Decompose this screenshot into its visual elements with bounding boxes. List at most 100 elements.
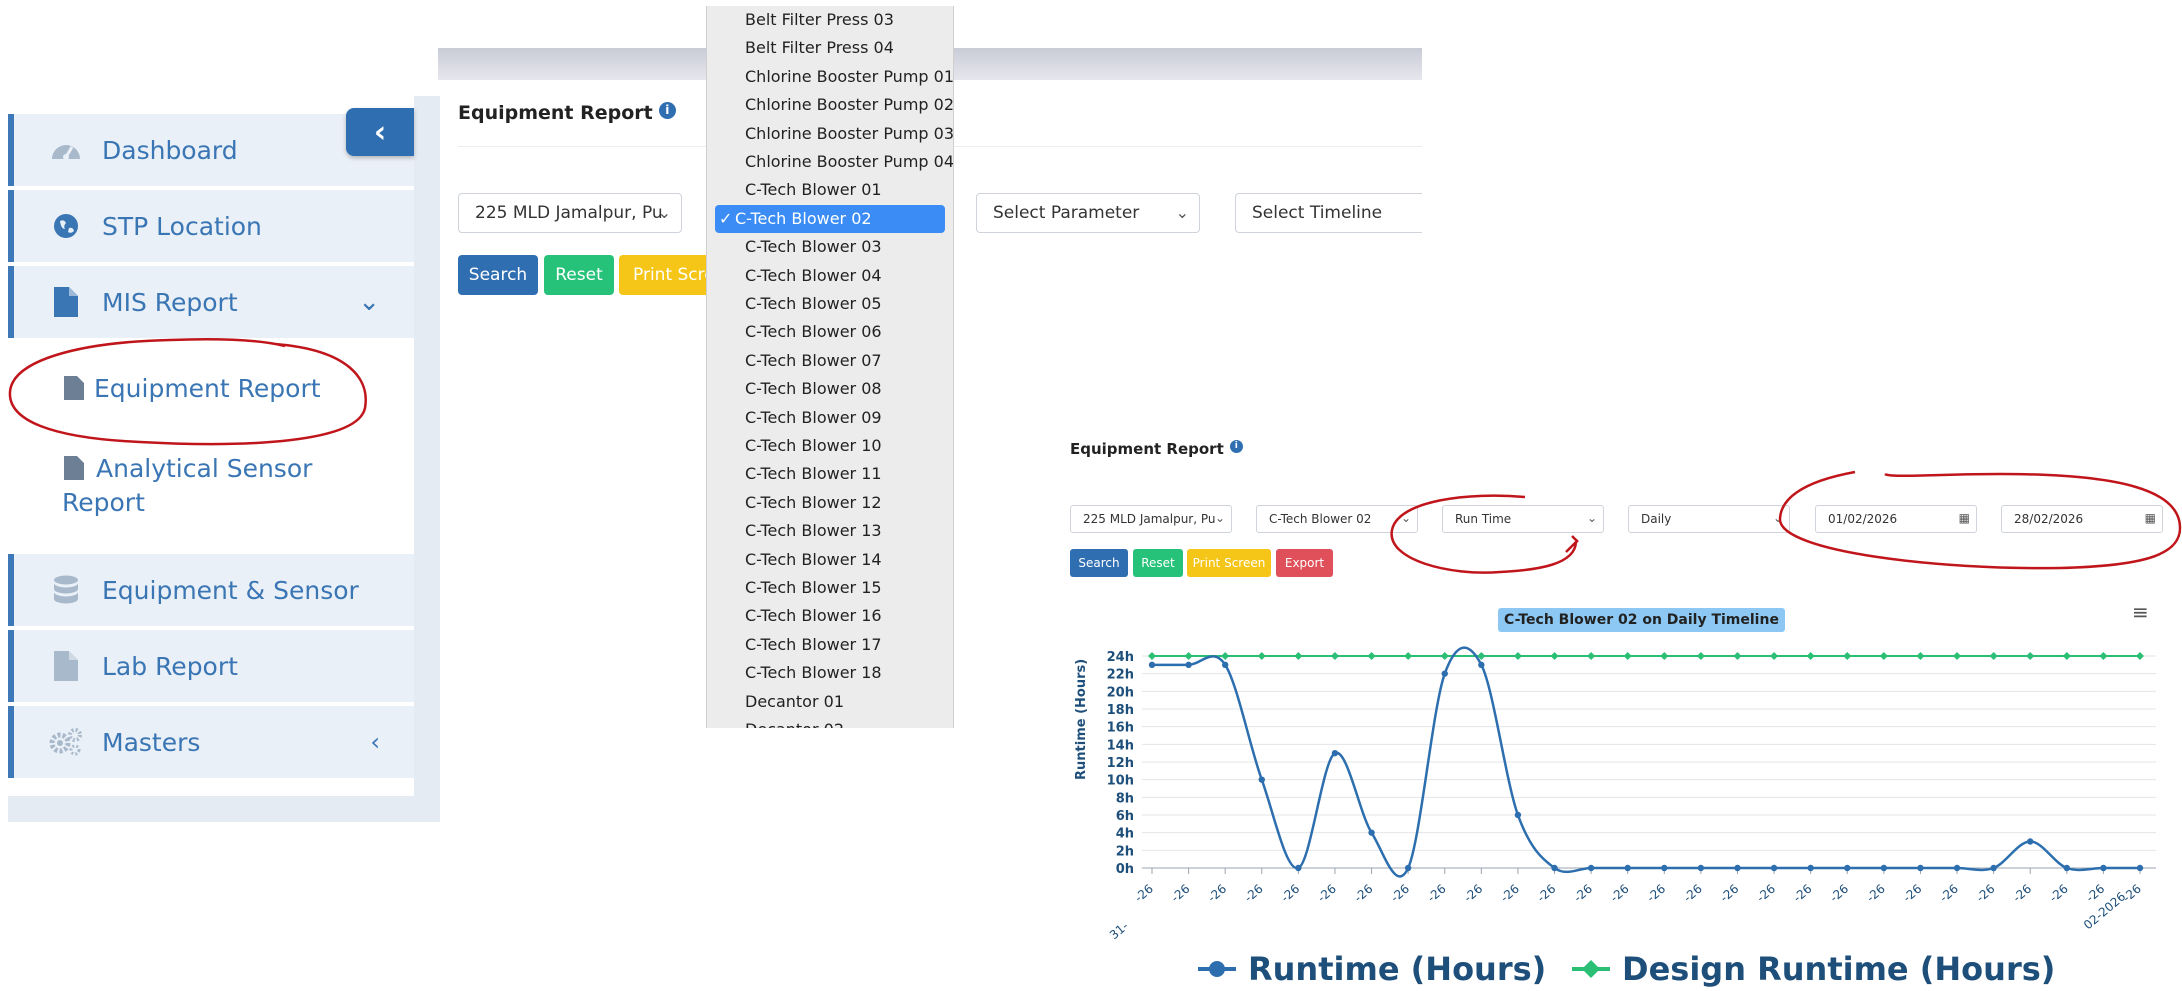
runtime-point <box>1661 864 1668 872</box>
runtime-point <box>2063 864 2071 872</box>
runtime-point <box>1221 661 1229 669</box>
reset-button[interactable]: Reset <box>544 255 614 295</box>
runtime-point <box>1770 864 1778 872</box>
dropdown-option-label: Chlorine Booster Pump 04 <box>745 152 954 171</box>
annotation-circle <box>8 338 367 446</box>
dropdown-option[interactable]: C-Tech Blower 08 <box>715 375 945 403</box>
design-runtime-point <box>1806 652 1815 660</box>
runtime-point <box>1953 864 1961 872</box>
sidebar-item-mis-report[interactable]: MIS Report ⌄ <box>8 266 414 338</box>
export-button[interactable]: Export <box>1276 549 1333 577</box>
design-runtime-point <box>1587 652 1596 660</box>
x-tick-label: -26 <box>1351 882 1375 905</box>
database-icon <box>48 574 84 606</box>
runtime-point <box>1880 864 1888 872</box>
x-tick-label: -26 <box>1534 882 1558 905</box>
print-screen-button[interactable]: Print Scre <box>619 255 719 295</box>
sidebar-subitem-analytical-sensor-report[interactable]: Analytical Sensor Report <box>62 452 342 520</box>
panel-mask <box>1422 0 2182 380</box>
sidebar-item-masters[interactable]: Masters ‹ <box>8 706 414 778</box>
legend-design-runtime[interactable]: Design Runtime (Hours) <box>1570 950 2055 988</box>
file-icon <box>48 286 84 318</box>
dropdown-option[interactable]: C-Tech Blower 13 <box>715 517 945 545</box>
dropdown-option-label: Chlorine Booster Pump 02 <box>745 95 954 115</box>
chevron-down-icon[interactable]: ⌄ <box>358 287 380 317</box>
dropdown-option[interactable]: Decantor 01 <box>715 688 945 716</box>
x-tick-label: -26 <box>1132 882 1156 905</box>
dropdown-option[interactable]: Belt Filter Press 04 <box>715 34 945 62</box>
runtime-point <box>1368 829 1375 836</box>
dropdown-option[interactable]: Chlorine Booster Pump 02 <box>715 91 953 119</box>
dropdown-option[interactable]: C-Tech Blower 01 <box>715 176 945 204</box>
dropdown-option[interactable]: C-Tech Blower 12 <box>715 489 945 517</box>
runtime-point <box>1734 864 1741 872</box>
chevron-left-icon[interactable]: ‹ <box>370 728 380 756</box>
x-tick-label: -26 <box>1608 882 1632 905</box>
dropdown-option[interactable]: Chlorine Booster Pump 03 <box>715 120 953 148</box>
dropdown-option[interactable]: Chlorine Booster Pump 01 <box>715 63 953 91</box>
dropdown-option[interactable]: C-Tech Blower 14 <box>715 546 945 574</box>
x-tick-label: -26 <box>1242 882 1266 905</box>
dropdown-option[interactable]: C-Tech Blower 18 <box>715 659 945 687</box>
x-tick-label: -26 <box>1388 882 1412 905</box>
design-runtime-point <box>1989 652 1998 660</box>
dropdown-option[interactable]: Belt Filter Press 03 <box>715 6 945 34</box>
dropdown-option[interactable]: C-Tech Blower 07 <box>715 347 945 375</box>
runtime-point <box>1990 864 1997 872</box>
equipment-dropdown-list[interactable]: Belt Filter Press 03 Belt Filter Press 04… <box>706 6 954 728</box>
sidebar-item-label: Masters <box>102 727 201 757</box>
dropdown-option-label: Belt Filter Press 03 <box>745 10 894 29</box>
x-tick-label-first: 31- <box>1107 919 1131 940</box>
runtime-point <box>1404 864 1412 872</box>
sidebar-item-stp-location[interactable]: STP Location <box>8 190 414 262</box>
info-icon[interactable]: i <box>1229 440 1243 453</box>
runtime-point <box>1258 776 1265 783</box>
dropdown-option[interactable]: Chlorine Booster Pump 04 <box>715 148 953 176</box>
runtime-point <box>1917 864 1924 872</box>
parameter-select[interactable]: Select Parameter ⌄ <box>976 193 1200 233</box>
design-runtime-point <box>2062 652 2071 660</box>
dropdown-option[interactable]: C-Tech Blower 03 <box>715 233 945 261</box>
search-button[interactable]: Search <box>458 255 538 295</box>
x-tick-label: -26 <box>1754 882 1778 905</box>
dropdown-option-label: C-Tech Blower 11 <box>745 464 882 484</box>
runtime-point <box>1807 864 1814 872</box>
runtime-point <box>2136 864 2144 872</box>
dropdown-option-label: C-Tech Blower 12 <box>745 492 882 512</box>
runtime-point <box>1478 661 1485 669</box>
dropdown-option[interactable]: C-Tech Blower 10 <box>715 432 945 460</box>
y-tick-label: 18h <box>1107 703 1134 718</box>
legend-runtime[interactable]: Runtime (Hours) <box>1196 950 1546 988</box>
sidebar-item-label: Equipment & Sensor <box>102 575 359 605</box>
menu-icon[interactable]: ≡ <box>2132 600 2149 624</box>
timeline-select[interactable]: Select Timeline <box>1235 193 1435 233</box>
dropdown-option[interactable]: C-Tech Blower 06 <box>715 318 945 346</box>
sidebar-item-lab-report[interactable]: Lab Report <box>8 630 414 702</box>
dropdown-option[interactable]: C-Tech Blower 04 <box>715 262 945 290</box>
design-runtime-point <box>2136 652 2144 660</box>
print-screen-button[interactable]: Print Screen <box>1187 549 1271 577</box>
dropdown-option[interactable]: C-Tech Blower 17 <box>715 631 945 659</box>
runtime-point <box>2027 838 2034 845</box>
search-button[interactable]: Search <box>1070 549 1128 577</box>
dropdown-option[interactable]: C-Tech Blower 09 <box>715 404 945 432</box>
sidebar-item-equipment-sensor[interactable]: Equipment & Sensor <box>8 554 414 626</box>
dropdown-option[interactable]: ✓ C-Tech Blower 02 <box>715 204 945 233</box>
dropdown-option[interactable]: C-Tech Blower 16 <box>715 602 945 630</box>
dropdown-option[interactable]: C-Tech Blower 15 <box>715 574 945 602</box>
dropdown-option[interactable]: C-Tech Blower 05 <box>715 290 945 318</box>
sidebar-collapse-button[interactable]: ‹ <box>346 108 414 156</box>
dropdown-option[interactable]: C-Tech Blower 11 <box>715 460 945 488</box>
design-runtime-point <box>2099 652 2108 660</box>
location-select[interactable]: 225 MLD Jamalpur, Pu ⌄ <box>1070 505 1232 533</box>
design-runtime-point <box>1221 652 1230 660</box>
location-select[interactable]: 225 MLD Jamalpur, Pu ⌄ <box>458 193 682 233</box>
dropdown-option-label: C-Tech Blower 05 <box>745 294 882 313</box>
runtime-point <box>1697 864 1705 872</box>
dropdown-option[interactable]: Decantor 02 <box>715 716 945 728</box>
design-runtime-point <box>1879 652 1888 660</box>
chart-title: C-Tech Blower 02 on Daily Timeline <box>1498 608 1785 632</box>
reset-button[interactable]: Reset <box>1133 549 1183 577</box>
dropdown-option-label: Chlorine Booster Pump 01 <box>745 66 954 86</box>
info-icon[interactable]: i <box>658 102 676 119</box>
